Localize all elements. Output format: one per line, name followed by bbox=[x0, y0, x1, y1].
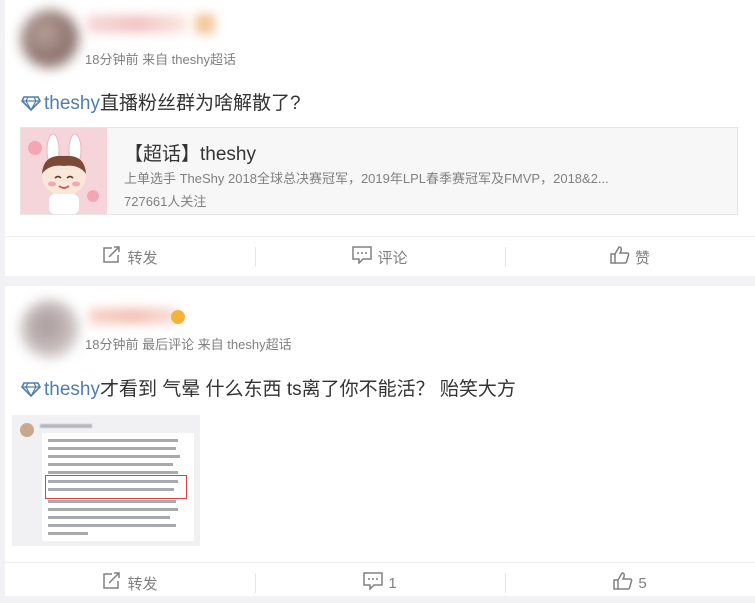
image-chat-bubble bbox=[42, 433, 194, 541]
avatar[interactable] bbox=[21, 300, 79, 358]
like-label: 赞 bbox=[634, 249, 650, 267]
diamond-icon bbox=[21, 95, 41, 117]
post-text: theshy才看到 气晕 什么东西 ts离了你不能活？ 贻笑大方 bbox=[21, 374, 516, 403]
post-text-content: 直播粉丝群为啥解散了? bbox=[99, 93, 301, 114]
post-text: theshy直播粉丝群为啥解散了? bbox=[21, 88, 301, 117]
comment-button[interactable]: 评论 bbox=[255, 237, 505, 277]
image-highlight-box bbox=[45, 475, 187, 499]
comment-count: 1 bbox=[388, 574, 397, 592]
comment-label: 评论 bbox=[377, 249, 408, 267]
post-actions: 转发 评论 赞 bbox=[5, 236, 755, 277]
repost-label: 转发 bbox=[127, 575, 158, 593]
like-icon bbox=[613, 572, 638, 594]
supertopic-description: 上单选手 TheShy 2018全球总决赛冠军，2019年LPL春季赛冠军及FM… bbox=[124, 171, 609, 186]
post-card-1: 18分钟前 来自 theshy超话 theshy直播粉丝群为啥解散了? 【超话】… bbox=[5, 0, 755, 276]
repost-button[interactable]: 转发 bbox=[5, 237, 255, 277]
share-icon bbox=[102, 572, 127, 594]
post-actions: 转发 1 5 bbox=[5, 562, 755, 603]
post-text-content: 才看到 气晕 什么东西 ts离了你不能活？ 贻笑大方 bbox=[99, 379, 516, 400]
username-blurred[interactable] bbox=[87, 15, 187, 33]
user-badge-blurred bbox=[195, 14, 215, 34]
supertopic-title[interactable]: 【超话】theshy bbox=[124, 139, 256, 166]
comment-button[interactable]: 1 bbox=[255, 563, 505, 603]
post-meta: 18分钟前 来自 theshy超话 bbox=[85, 52, 236, 67]
username-blurred[interactable] bbox=[89, 308, 179, 324]
like-icon bbox=[610, 246, 635, 268]
topic-link[interactable]: theshy bbox=[44, 379, 100, 400]
comment-icon bbox=[352, 246, 377, 268]
diamond-icon bbox=[21, 381, 41, 403]
repost-label: 转发 bbox=[127, 249, 158, 267]
supertopic-card[interactable]: 【超话】theshy 上单选手 TheShy 2018全球总决赛冠军，2019年… bbox=[20, 127, 738, 215]
supertopic-followers: 727661人关注 bbox=[124, 194, 207, 209]
user-badge-icon bbox=[171, 310, 185, 324]
supertopic-thumbnail bbox=[21, 128, 107, 214]
image-avatar bbox=[20, 423, 34, 437]
share-icon bbox=[102, 246, 127, 268]
avatar[interactable] bbox=[21, 10, 79, 68]
post-image-thumbnail[interactable] bbox=[12, 415, 200, 546]
like-count: 5 bbox=[638, 574, 647, 592]
topic-link[interactable]: theshy bbox=[44, 93, 100, 114]
image-username-blurred bbox=[40, 424, 92, 428]
comment-icon bbox=[363, 572, 388, 594]
post-meta: 18分钟前 最后评论 来自 theshy超话 bbox=[85, 337, 292, 352]
like-button[interactable]: 赞 bbox=[505, 237, 755, 277]
repost-button[interactable]: 转发 bbox=[5, 563, 255, 603]
like-button[interactable]: 5 bbox=[505, 563, 755, 603]
